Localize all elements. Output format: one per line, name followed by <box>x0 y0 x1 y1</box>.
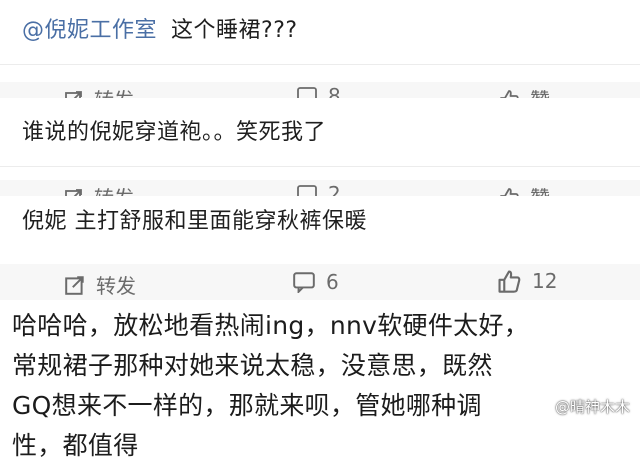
comment-text: 倪妮 主打舒服和里面能穿秋裤保暖 <box>22 209 367 234</box>
like-label: 赞 <box>530 84 550 98</box>
thumbs-up-icon <box>498 270 521 293</box>
like-button[interactable]: 12 <box>496 268 557 294</box>
repost-button[interactable]: 转发 <box>64 270 136 299</box>
like-button[interactable]: 赞 <box>498 84 550 98</box>
caption-line-1: 哈哈哈，放松地看热闹ing，nnv软硬件太好， <box>12 311 530 340</box>
watermark: @晴神木木 <box>537 396 630 417</box>
thumbs-up-icon <box>500 89 519 98</box>
comment-text: 谁说的倪妮穿道袍。。笑死我了 <box>22 120 327 145</box>
like-count: 12 <box>532 269 558 293</box>
mention-link[interactable]: @倪妮工作室 <box>22 18 157 43</box>
comment-count: 6 <box>326 270 339 294</box>
comment-count: 2 <box>328 182 341 196</box>
comment-icon <box>293 272 315 293</box>
repost-button[interactable]: 转发 <box>64 84 134 98</box>
comment-button[interactable]: 2 <box>296 182 341 196</box>
comment-button[interactable]: 8 <box>296 84 341 98</box>
repost-label: 转发 <box>94 84 134 98</box>
repost-button[interactable]: 转发 <box>64 182 134 196</box>
divider <box>0 64 640 65</box>
like-button[interactable]: 赞 <box>498 182 550 196</box>
caption-line-2: 常规裙子那种对她来说太稳，没意思，既然 <box>12 351 493 380</box>
repost-icon <box>65 90 82 98</box>
comment-count: 8 <box>328 84 341 98</box>
comment-2: 谁说的倪妮穿道袍。。笑死我了 <box>22 114 326 146</box>
caption-line-3: GQ想来不一样的，那就来呗，管她哪种调 <box>12 391 482 420</box>
action-bar-1: 转发 8 赞 <box>0 82 640 98</box>
repost-label: 转发 <box>94 182 134 196</box>
repost-icon <box>65 275 84 295</box>
comment-1: @倪妮工作室 这个睡裙??? <box>22 12 298 44</box>
watermark-text: @晴神木木 <box>554 398 630 416</box>
comment-3: 倪妮 主打舒服和里面能穿秋裤保暖 <box>22 203 367 235</box>
action-bar-2: 转发 2 赞 <box>0 180 640 196</box>
comment-icon <box>297 185 317 196</box>
weibo-logo-icon <box>537 403 551 414</box>
action-bar-3: 转发 6 12 <box>0 264 640 300</box>
comment-icon <box>297 87 317 98</box>
divider <box>0 166 640 167</box>
caption-line-4: 性，都值得 <box>12 431 139 460</box>
comment-button[interactable]: 6 <box>292 270 339 294</box>
thumbs-up-icon <box>500 187 519 196</box>
like-label: 赞 <box>530 182 550 196</box>
comment-text: 这个睡裙??? <box>171 18 298 43</box>
repost-label: 转发 <box>96 274 136 298</box>
repost-icon <box>65 188 82 196</box>
